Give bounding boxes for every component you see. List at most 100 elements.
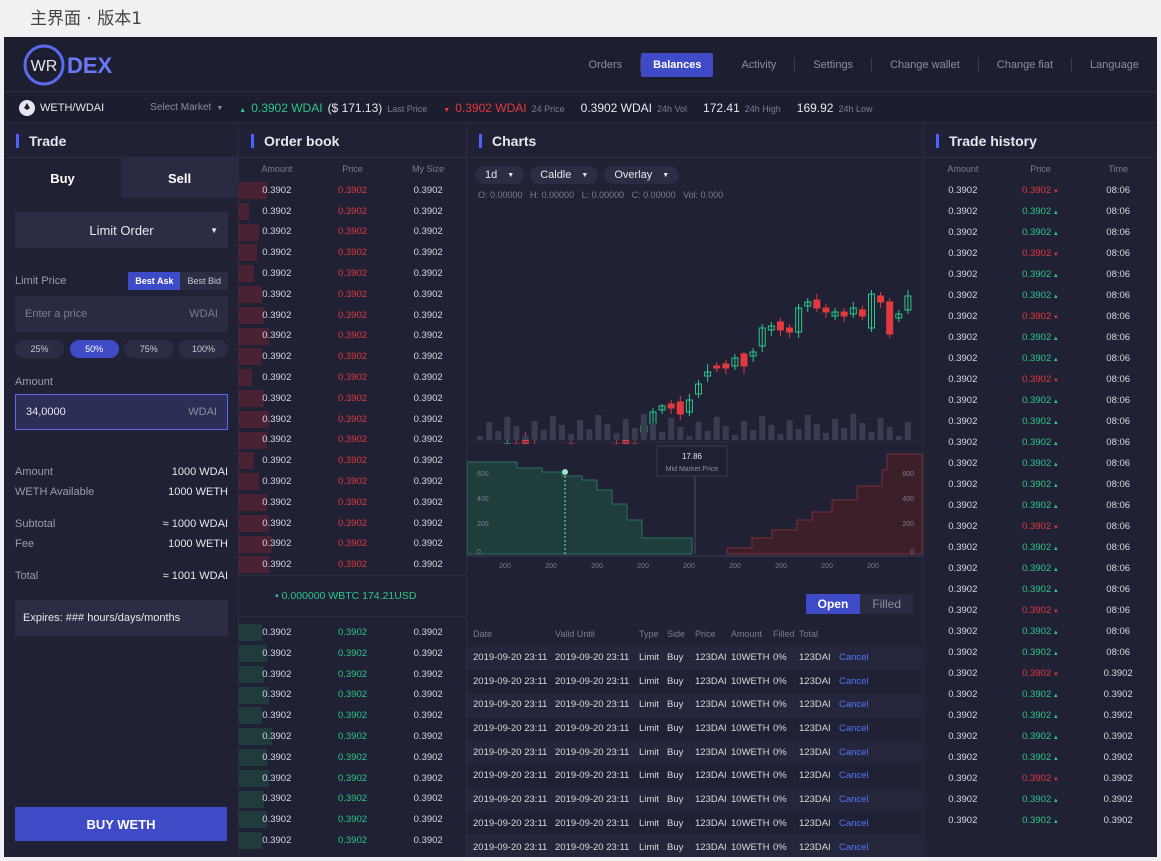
- order-cell: 2019-09-20 23:11: [473, 817, 548, 829]
- nav-settings[interactable]: Settings: [795, 58, 873, 72]
- orderbook-row[interactable]: 0.3902 0.3902 0.3902: [239, 430, 466, 451]
- order-price: 0.3902: [337, 434, 368, 446]
- order-cell: Buy: [667, 746, 684, 758]
- cancel-order-link[interactable]: Cancel: [839, 699, 875, 710]
- select-market-dropdown[interactable]: Select Market ▼: [150, 102, 223, 113]
- orderbook-row[interactable]: 0.3902 0.3902 0.3902: [239, 263, 466, 284]
- candlestick-chart[interactable]: [467, 204, 924, 444]
- percent-75-button[interactable]: 75%: [124, 340, 174, 358]
- order-type-select[interactable]: Limit Order ▼: [15, 212, 228, 248]
- nav-language[interactable]: Language: [1072, 58, 1157, 72]
- order-size: 0.3902: [413, 392, 443, 404]
- orderbook-row[interactable]: 0.3902 0.3902 0.3902: [239, 809, 466, 830]
- history-price: 0.3902 ▲: [1002, 500, 1080, 511]
- order-price: 0.3902: [337, 835, 368, 846]
- volume-bar: [731, 435, 738, 440]
- cancel-order-link[interactable]: Cancel: [839, 818, 875, 829]
- history-row: 0.3902 0.3902 ▼ 0.3902: [924, 768, 1157, 789]
- order-size: 0.3902: [413, 496, 443, 508]
- percent-100-button[interactable]: 100%: [178, 340, 228, 358]
- cancel-order-link[interactable]: Cancel: [839, 794, 875, 805]
- orderbook-row[interactable]: 0.3902 0.3902 0.3902: [239, 830, 466, 851]
- candle-body: [877, 295, 885, 303]
- order-amount: 0.3902: [262, 392, 292, 404]
- orderbook-row[interactable]: 0.3902 0.3902 0.3902: [239, 726, 466, 747]
- cancel-order-link[interactable]: Cancel: [839, 747, 875, 758]
- best-ask-button[interactable]: Best Ask: [128, 272, 181, 290]
- cancel-order-link[interactable]: Cancel: [839, 676, 875, 687]
- arrow-up-icon: ▲: [1051, 441, 1059, 447]
- orderbook-row[interactable]: 0.3902 0.3902 0.3902: [239, 367, 466, 388]
- cancel-order-link[interactable]: Cancel: [839, 652, 875, 663]
- order-price: 0.3902: [337, 309, 368, 321]
- orderbook-row[interactable]: 0.3902 0.3902 0.3902: [239, 409, 466, 430]
- orderbook-row[interactable]: 0.3902 0.3902 0.3902: [239, 705, 466, 726]
- percent-25-button[interactable]: 25%: [15, 340, 64, 358]
- order-row: 2019-09-20 23:11 2019-09-20 23:11 Limit Buy…: [467, 645, 922, 670]
- nav-change-fiat[interactable]: Change fiat: [979, 58, 1073, 72]
- nav-orders[interactable]: Orders: [571, 58, 642, 72]
- orderbook-row[interactable]: 0.3902 0.3902 0.3902: [239, 305, 466, 326]
- orderbook-row[interactable]: 0.3902 0.3902 0.3902: [239, 622, 466, 643]
- orderbook-col-header: Amount: [261, 164, 293, 174]
- order-size: 0.3902: [413, 205, 443, 217]
- orderbook-row[interactable]: 0.3902 0.3902 0.3902: [239, 492, 466, 513]
- tab-filled[interactable]: Filled: [860, 594, 913, 614]
- orderbook-row[interactable]: 0.3902 0.3902 0.3902: [239, 284, 466, 305]
- orderbook-row[interactable]: 0.3902 0.3902 0.3902: [239, 664, 466, 685]
- wrdex-logo[interactable]: WR DEX: [20, 43, 130, 87]
- orderbook-row[interactable]: 0.3902 0.3902 0.3902: [239, 643, 466, 664]
- depth-chart[interactable]: 17.86 Mid Market Price 600 600 400 400 200 200 0…: [467, 444, 924, 574]
- orderbook-row[interactable]: 0.3902 0.3902 0.3902: [239, 326, 466, 347]
- history-row: 0.3902 0.3902 ▲ 08:06: [924, 264, 1157, 285]
- orderbook-row[interactable]: 0.3902 0.3902 0.3902: [239, 554, 466, 575]
- best-bid-button[interactable]: Best Bid: [180, 272, 228, 290]
- cancel-order-link[interactable]: Cancel: [839, 723, 875, 734]
- cancel-order-link[interactable]: Cancel: [839, 770, 875, 781]
- order-cell: Buy: [667, 675, 684, 687]
- tab-sell[interactable]: Sell: [121, 158, 238, 198]
- orderbook-row[interactable]: 0.3902 0.3902 0.3902: [239, 388, 466, 409]
- buy-weth-button[interactable]: BUY WETH: [15, 807, 227, 841]
- orderbook-row[interactable]: 0.3902 0.3902 0.3902: [239, 222, 466, 243]
- orderbook-row[interactable]: 0.3902 0.3902 0.3902: [239, 346, 466, 367]
- history-time: 0.3902: [1103, 815, 1133, 826]
- orderbook-row[interactable]: 0.3902 0.3902 0.3902: [239, 471, 466, 492]
- arrow-up-icon: ▲: [1051, 735, 1059, 741]
- orderbook-row[interactable]: 0.3902 0.3902 0.3902: [239, 242, 466, 263]
- charts-title: Charts: [467, 124, 923, 158]
- orderbook-row[interactable]: 0.3902 0.3902 0.3902: [239, 534, 466, 555]
- history-time: 0.3902: [1103, 689, 1133, 700]
- orderbook-row[interactable]: 0.3902 0.3902 0.3902: [239, 789, 466, 810]
- percent-50-button[interactable]: 50%: [69, 340, 119, 358]
- price-input[interactable]: Enter a price WDAI: [15, 296, 228, 332]
- orderbook-row[interactable]: 0.3902 0.3902 0.3902: [239, 201, 466, 222]
- tab-buy[interactable]: Buy: [4, 158, 121, 198]
- trade-title: Trade: [4, 124, 238, 158]
- summary-value: 1000 WDAI: [171, 466, 228, 478]
- nav-balances[interactable]: Balances: [641, 53, 714, 77]
- expires-field[interactable]: Expires: ### hours/days/months: [15, 600, 228, 636]
- pair-selector[interactable]: WETH/WDAI: [19, 99, 104, 116]
- overlay-dropdown[interactable]: Overlay ▼: [604, 166, 680, 184]
- history-price: 0.3902 ▲: [1002, 227, 1080, 238]
- order-cell: 123DAI: [799, 770, 831, 782]
- order-cell: 10WETH: [731, 699, 770, 711]
- interval-dropdown[interactable]: 1d ▼: [475, 166, 525, 184]
- nav-activity[interactable]: Activity: [723, 58, 796, 72]
- chart-style-dropdown[interactable]: Caldle ▼: [530, 166, 599, 184]
- orderbook-row[interactable]: 0.3902 0.3902 0.3902: [239, 513, 466, 534]
- amount-input[interactable]: 34,0000 WDAI: [15, 394, 228, 430]
- orderbook-row[interactable]: 0.3902 0.3902 0.3902: [239, 768, 466, 789]
- history-col-header: Price: [1030, 164, 1051, 174]
- orderbook-row[interactable]: 0.3902 0.3902 0.3902: [239, 180, 466, 201]
- volume-bar: [895, 436, 902, 440]
- nav-change-wallet[interactable]: Change wallet: [872, 58, 979, 72]
- depth-x-tick: 200: [729, 563, 741, 570]
- cancel-order-link[interactable]: Cancel: [839, 842, 875, 853]
- tab-open[interactable]: Open: [805, 594, 861, 614]
- orderbook-row[interactable]: 0.3902 0.3902 0.3902: [239, 450, 466, 471]
- orderbook-row[interactable]: 0.3902 0.3902 0.3902: [239, 685, 466, 706]
- orderbook-row[interactable]: 0.3902 0.3902 0.3902: [239, 747, 466, 768]
- history-amount: 0.3902: [948, 773, 978, 784]
